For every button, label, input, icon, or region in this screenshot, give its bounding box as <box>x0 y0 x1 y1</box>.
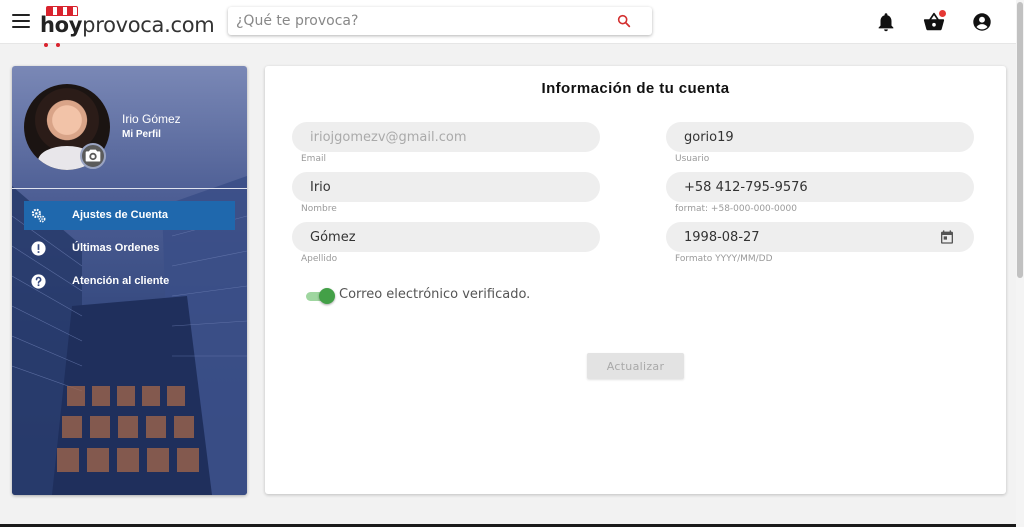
username-label: Usuario <box>675 154 710 164</box>
sidebar-item-latest-orders[interactable]: Últimas Ordenes <box>24 234 235 263</box>
birthdate-format-hint: Formato YYYY/MM/DD <box>675 254 773 264</box>
search-icon[interactable] <box>616 13 632 29</box>
last-name-field <box>292 222 600 252</box>
camera-icon[interactable] <box>80 143 106 169</box>
profile-subtitle[interactable]: Mi Perfil <box>122 129 161 140</box>
alert-circle-icon <box>31 241 46 256</box>
birthdate-field <box>666 222 974 252</box>
phone-input[interactable] <box>684 178 944 196</box>
sidebar-item-label: Atención al cliente <box>72 275 170 287</box>
account-circle-icon[interactable] <box>971 11 993 33</box>
email-label: Email <box>301 154 326 164</box>
email-verified-toggle[interactable] <box>306 288 336 304</box>
sidebar-item-label: Ajustes de Cuenta <box>72 209 168 221</box>
sidebar-divider <box>12 188 247 189</box>
phone-field <box>666 172 974 202</box>
hoyprovoca-logo[interactable]: hoyprovoca.com <box>40 4 215 47</box>
top-app-bar: hoyprovoca.com <box>0 0 1016 47</box>
cog-icon <box>31 208 46 223</box>
bell-icon[interactable] <box>875 11 897 33</box>
username-field <box>666 122 974 152</box>
last-name-label: Apellido <box>301 254 338 264</box>
first-name-field <box>292 172 600 202</box>
profile-sidebar: Irio Gómez Mi Perfil Ajustes de Cuenta Ú… <box>12 66 247 495</box>
last-name-input[interactable] <box>310 228 570 246</box>
email-input[interactable] <box>310 128 570 146</box>
sidebar-item-account-settings[interactable]: Ajustes de Cuenta <box>24 201 235 230</box>
logo-text-provoca: provoca.com <box>82 13 215 37</box>
menu-icon[interactable] <box>12 14 30 28</box>
basket-icon[interactable] <box>923 10 946 33</box>
email-verified-label: Correo electrónico verificado. <box>339 287 531 302</box>
cart-badge <box>939 10 946 17</box>
sidebar-item-customer-service[interactable]: Atención al cliente <box>24 267 235 296</box>
update-button[interactable]: Actualizar <box>587 353 684 379</box>
birthdate-input[interactable] <box>684 228 944 246</box>
calendar-icon[interactable] <box>939 229 955 245</box>
email-field <box>292 122 600 152</box>
sidebar-item-label: Últimas Ordenes <box>72 242 160 254</box>
page-title: Información de tu cuenta <box>541 80 730 97</box>
help-circle-icon <box>31 274 46 289</box>
account-info-card: Información de tu cuenta Email Usuario N… <box>265 66 1006 494</box>
profile-name: Irio Gómez <box>122 112 181 126</box>
scrollbar-thumb[interactable] <box>1017 2 1023 278</box>
vertical-scrollbar[interactable] <box>1016 0 1024 527</box>
search-bar <box>228 7 652 35</box>
logo-wheels <box>44 34 68 52</box>
username-input[interactable] <box>684 128 944 146</box>
phone-format-hint: format: +58-000-000-0000 <box>675 204 797 214</box>
search-input[interactable] <box>236 11 606 31</box>
first-name-label: Nombre <box>301 204 337 214</box>
first-name-input[interactable] <box>310 178 570 196</box>
